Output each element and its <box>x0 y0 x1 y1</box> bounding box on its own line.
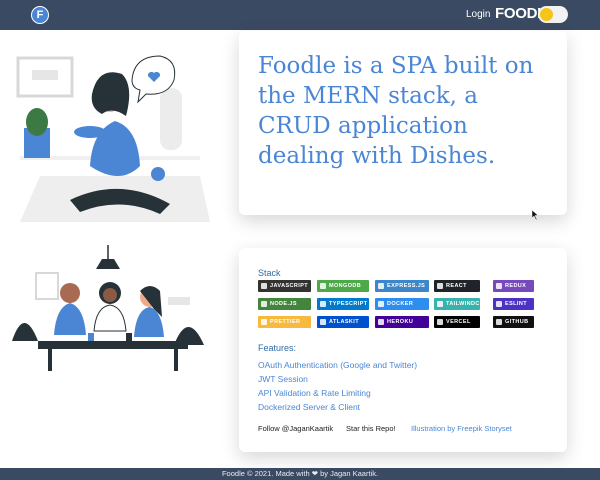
info-card: Stack JAVASCRIPT MONGODB EXPRESS.JS REACT RE… <box>239 248 567 452</box>
badge-logo-icon <box>261 319 267 325</box>
badge-node-js: NODE.JS <box>258 298 311 310</box>
hero-description: Foodle is a SPA built on the MERN stack,… <box>258 53 534 169</box>
login-link[interactable]: Login <box>466 9 490 20</box>
badge-label: JAVASCRIPT <box>270 283 309 289</box>
badge-express-js: EXPRESS.JS <box>375 280 429 292</box>
badge-logo-icon <box>496 283 502 289</box>
follow-link[interactable]: Follow @JaganKaartik <box>258 424 333 433</box>
badge-mongodb: MONGODB <box>317 280 369 292</box>
badge-github: GITHUB <box>493 316 534 328</box>
hero-card: Foodle is a SPA built on the MERN stack,… <box>239 31 567 215</box>
mouse-cursor-icon <box>532 210 539 220</box>
badge-atlaskit: ATLASKIT <box>317 316 369 328</box>
badge-logo-icon <box>378 301 384 307</box>
badge-label: REACT <box>446 283 467 289</box>
badge-tailwindcss: TAILWINDCSS <box>434 298 487 310</box>
badge-react: REACT <box>434 280 480 292</box>
badge-javascript: JAVASCRIPT <box>258 280 311 292</box>
navbar: F Login FOODLE <box>0 0 600 30</box>
badge-logo-icon <box>378 319 384 325</box>
badge-logo-icon <box>496 319 502 325</box>
feature-item: OAuth Authentication (Google and Twitter… <box>258 360 418 370</box>
badge-label: REDUX <box>505 283 527 289</box>
badge-logo-icon <box>378 283 384 289</box>
badge-label: TYPESCRIPT <box>329 301 368 307</box>
badge-label: MONGODB <box>329 283 362 289</box>
badge-label: ATLASKIT <box>329 319 359 325</box>
feature-item: JWT Session <box>258 374 308 384</box>
badge-logo-icon <box>320 319 326 325</box>
badge-logo-icon <box>437 319 443 325</box>
star-repo-link[interactable]: Star this Repo! <box>346 424 396 433</box>
sun-icon <box>540 8 553 21</box>
badge-vercel: VERCEL <box>434 316 480 328</box>
badge-label: HEROKU <box>387 319 414 325</box>
badge-logo-icon <box>437 301 443 307</box>
badge-label: PRETTIER <box>270 319 301 325</box>
badge-label: TAILWINDCSS <box>446 301 488 307</box>
footer-text: Foodle © 2021. Made with ❤ by Jagan Kaar… <box>221 469 379 478</box>
badge-prettier: PRETTIER <box>258 316 311 328</box>
badge-label: DOCKER <box>387 301 414 307</box>
badge-logo-icon <box>437 283 443 289</box>
theme-toggle[interactable] <box>538 6 568 23</box>
badge-eslint: ESLINT <box>493 298 534 310</box>
badge-logo-icon <box>261 301 267 307</box>
badge-label: NODE.JS <box>270 301 297 307</box>
features-title: Features: <box>258 343 297 353</box>
badge-redux: REDUX <box>493 280 534 292</box>
badge-logo-icon <box>261 283 267 289</box>
feature-item: Dockerized Server & Client <box>258 402 361 412</box>
woman-eating-illustration <box>16 55 210 222</box>
badge-logo-icon <box>320 301 326 307</box>
badge-logo-icon <box>496 301 502 307</box>
people-at-table-illustration <box>12 245 204 371</box>
badge-docker: DOCKER <box>375 298 429 310</box>
badge-label: ESLINT <box>505 301 527 307</box>
badge-label: VERCEL <box>446 319 471 325</box>
feature-item: API Validation & Rate Limiting <box>258 388 371 398</box>
stack-title: Stack <box>258 268 281 278</box>
badge-label: EXPRESS.JS <box>387 283 426 289</box>
badge-heroku: HEROKU <box>375 316 429 328</box>
illustration-credit-link[interactable]: Illustration by Freepik Storyset <box>411 424 512 433</box>
feature-list: OAuth Authentication (Google and Twitter… <box>258 358 417 414</box>
badge-typescript: TYPESCRIPT <box>317 298 369 310</box>
badge-logo-icon <box>320 283 326 289</box>
badge-label: GITHUB <box>505 319 529 325</box>
app-logo[interactable]: F <box>31 6 49 24</box>
footer: Foodle © 2021. Made with ❤ by Jagan Kaar… <box>0 468 600 480</box>
